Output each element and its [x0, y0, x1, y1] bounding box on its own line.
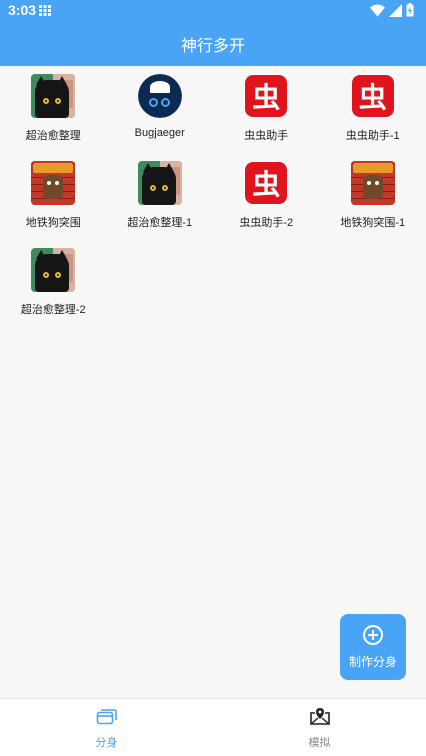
signal-icon — [389, 3, 402, 17]
wifi-icon — [370, 4, 385, 16]
app-item[interactable]: 超治愈整理 — [0, 74, 107, 161]
app-bar: 神行多开 — [0, 22, 426, 66]
chongchong-app-icon: 虫 — [350, 74, 395, 118]
app-item[interactable]: Bugjaeger — [107, 74, 214, 161]
bottom-nav: 分身 模拟 — [0, 698, 426, 756]
black-cat-app-icon — [31, 248, 76, 292]
app-label: 虫虫助手-2 — [239, 217, 294, 229]
create-clone-label: 制作分身 — [348, 654, 397, 669]
status-time: 3:03 — [8, 2, 37, 18]
app-item[interactable]: 超治愈整理-2 — [0, 248, 107, 335]
app-item[interactable]: 地铁狗突围 — [0, 161, 107, 248]
location-download-icon — [309, 708, 330, 725]
app-list-area: 超治愈整理 Bugjaeger 虫 虫虫助手 虫 虫虫助手-1 地铁狗突围 超治… — [0, 66, 426, 698]
app-item[interactable]: 虫 虫虫助手 — [213, 74, 320, 161]
app-label: 虫虫助手-1 — [345, 130, 400, 142]
subway-dog-app-icon — [31, 161, 76, 205]
page-title: 神行多开 — [180, 36, 245, 55]
chongchong-app-icon: 虫 — [244, 161, 289, 205]
app-label: 超治愈整理-1 — [127, 217, 193, 229]
black-cat-app-icon — [137, 161, 182, 205]
tab-clones[interactable]: 分身 — [0, 699, 213, 756]
app-label: 超治愈整理-2 — [20, 304, 86, 316]
create-clone-button[interactable]: 制作分身 — [340, 614, 406, 680]
subway-dog-app-icon — [350, 161, 395, 205]
app-grid: 超治愈整理 Bugjaeger 虫 虫虫助手 虫 虫虫助手-1 地铁狗突围 超治… — [0, 66, 426, 335]
app-item[interactable]: 虫 虫虫助手-2 — [213, 161, 320, 248]
tab-simulate-label: 模拟 — [308, 736, 331, 749]
app-item[interactable]: 虫 虫虫助手-1 — [320, 74, 426, 161]
app-label: 地铁狗突围 — [25, 217, 81, 229]
tab-simulate[interactable]: 模拟 — [213, 699, 426, 756]
app-item[interactable]: 超治愈整理-1 — [107, 161, 214, 248]
status-bar: 3:03 — [0, 0, 426, 22]
app-item[interactable]: 地铁狗突围-1 — [320, 161, 426, 248]
app-label: 超治愈整理 — [25, 130, 81, 142]
black-cat-app-icon — [31, 74, 76, 118]
app-label: 虫虫助手 — [244, 130, 289, 142]
app-label: Bugjaeger — [134, 127, 185, 139]
bugjaeger-app-icon — [137, 74, 182, 118]
chongchong-app-icon: 虫 — [244, 74, 289, 118]
tab-clones-label: 分身 — [95, 736, 118, 749]
plus-circle-icon — [363, 624, 383, 645]
cards-icon — [96, 709, 117, 725]
battery-charging-icon — [406, 3, 414, 17]
grid-icon — [39, 5, 51, 16]
app-label: 地铁狗突围-1 — [340, 217, 406, 229]
